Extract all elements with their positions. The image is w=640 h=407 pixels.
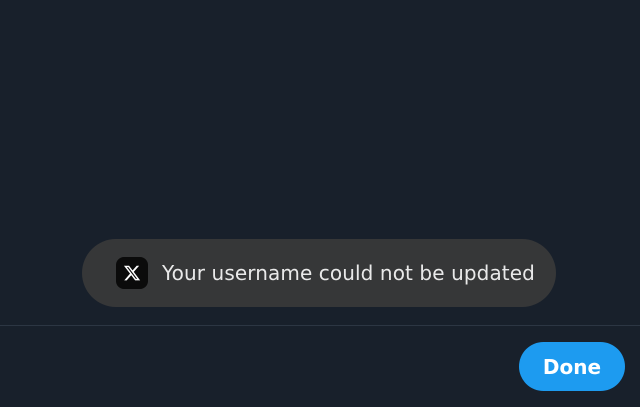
- x-logo-icon: [116, 257, 148, 289]
- done-button[interactable]: Done: [519, 342, 625, 391]
- footer-divider: [0, 325, 640, 326]
- error-toast: Your username could not be updated: [82, 239, 556, 307]
- toast-message: Your username could not be updated: [162, 261, 535, 285]
